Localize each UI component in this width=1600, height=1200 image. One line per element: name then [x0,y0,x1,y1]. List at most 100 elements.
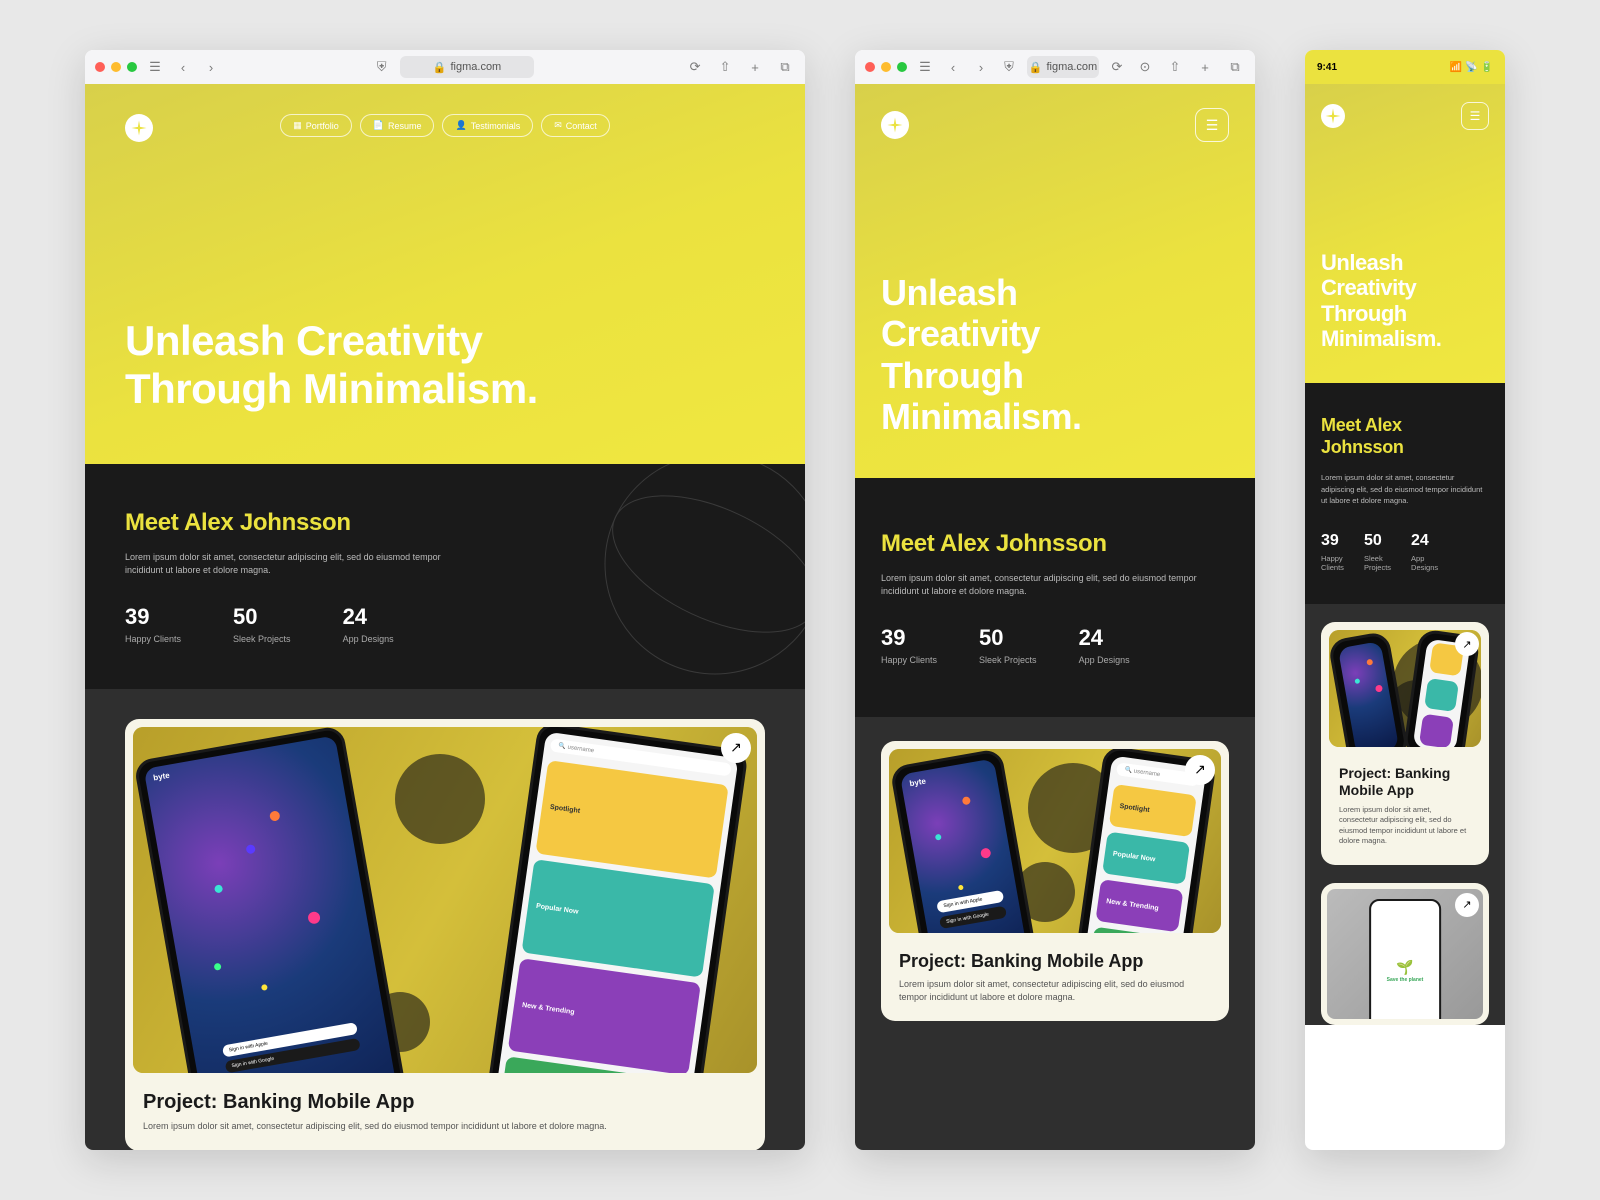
share-icon[interactable]: ⇧ [1165,57,1185,77]
arrow-up-right-icon[interactable]: ↗ [721,733,751,763]
about-title: Meet Alex Johnsson [125,509,765,537]
forward-icon[interactable]: › [201,57,221,77]
hero-title: Unleash CreativityThrough Minimalism. [125,317,765,414]
project-card-main[interactable]: ↗ byte Sign in with Apple Sign in w [881,741,1229,1022]
wifi-icon: 📡 [1465,62,1477,73]
traffic-lights [865,62,907,72]
stat-projects: 50Sleek Projects [979,625,1037,665]
project-card-second[interactable]: ↗ 🌱Save the planet [1321,883,1489,1025]
project-text: Lorem ipsum dolor sit amet, consectetur … [1339,805,1471,847]
hero-title: UnleashCreativityThroughMinimalism. [1321,250,1489,351]
refresh-icon[interactable]: ⟳ [1107,57,1127,77]
window-minimize-icon[interactable] [881,62,891,72]
project-text: Lorem ipsum dolor sit amet, consectetur … [143,1120,747,1133]
project-image: byte Sign in with Apple Sign in with Goo… [133,727,757,1074]
arrow-up-right-icon[interactable]: ↗ [1455,893,1479,917]
shield-icon[interactable]: ⛨ [999,57,1019,77]
project-image: byte Sign in with Apple Sign in with Goo… [889,749,1221,933]
project-title: Project: Banking Mobile App [899,951,1211,972]
window-fullscreen-icon[interactable] [897,62,907,72]
window-fullscreen-icon[interactable] [127,62,137,72]
about-text: Lorem ipsum dolor sit amet, consectetur … [881,572,1229,599]
about-title: Meet AlexJohnsson [1321,415,1489,458]
hero-title: UnleashCreativityThroughMinimalism. [881,272,1229,438]
viewport-desktop: ☰ ‹ › ⛨ 🔒figma.com ⟳ ⇧ + ⧉ ▦Portfolio 📄R… [85,50,805,1150]
sidebar-icon[interactable]: ☰ [915,57,935,77]
window-close-icon[interactable] [95,62,105,72]
hero-section: ☰ UnleashCreativityThroughMinimalism. [855,84,1255,478]
nav-portfolio[interactable]: ▦Portfolio [280,114,352,137]
window-minimize-icon[interactable] [111,62,121,72]
tile-popular: Popular Now [522,858,715,976]
battery-icon: 🔋 [1481,62,1493,73]
portfolio-section: ↗ [1305,604,1505,1025]
portfolio-section: ↗ byte Sign in with Apple Sign in w [855,717,1255,1150]
hero-section: ☰ UnleashCreativityThroughMinimalism. [1305,84,1505,383]
window-close-icon[interactable] [865,62,875,72]
hero-nav: ▦Portfolio 📄Resume 👤Testimonials ✉Contac… [125,114,765,137]
arrow-up-right-icon[interactable]: ↗ [1455,632,1479,656]
arrow-up-right-icon[interactable]: ↗ [1185,755,1215,785]
nav-contact[interactable]: ✉Contact [541,114,610,137]
about-text: Lorem ipsum dolor sit amet, consectetur … [125,551,465,578]
tabs-icon[interactable]: ⧉ [1225,57,1245,77]
tile-spotlight: Spotlight [536,760,729,878]
shield-icon[interactable]: ⛨ [372,57,392,77]
safari-chrome: ☰ ‹ › ⛨ 🔒figma.com ⟳ ⇧ + ⧉ [85,50,805,84]
safari-chrome: ☰ ‹ › ⛨ 🔒figma.com ⟳ ⊙ ⇧ + ⧉ [855,50,1255,84]
logo-star-icon[interactable] [1321,104,1345,128]
hero-nav: ☰ [1321,102,1489,130]
url-bar[interactable]: 🔒figma.com [1027,56,1099,78]
traffic-lights [95,62,137,72]
nav-testimonials[interactable]: 👤Testimonials [442,114,533,137]
nav-resume[interactable]: 📄Resume [360,114,435,137]
sidebar-icon[interactable]: ☰ [145,57,165,77]
about-title: Meet Alex Johnsson [881,530,1229,558]
stat-projects: 50Sleek Projects [233,604,291,644]
project-card-main[interactable]: ↗ [1321,622,1489,865]
tabs-icon[interactable]: ⧉ [775,57,795,77]
new-tab-icon[interactable]: + [1195,57,1215,77]
stat-designs: 24App Designs [1079,625,1130,665]
share-icon[interactable]: ⇧ [715,57,735,77]
person-icon: 👤 [455,120,466,131]
mail-icon: ✉ [554,120,562,131]
new-tab-icon[interactable]: + [745,57,765,77]
project-card-main[interactable]: ↗ byte Sign in with A [125,719,765,1150]
hero-section: ▦Portfolio 📄Resume 👤Testimonials ✉Contac… [85,84,805,464]
project-card-body: Project: BankingMobile App Lorem ipsum d… [1321,755,1489,865]
signal-icon: 📶 [1450,62,1462,73]
hamburger-icon: ☰ [1206,117,1219,134]
project-card-body: Project: Banking Mobile App Lorem ipsum … [881,941,1229,1021]
project-title: Project: Banking Mobile App [143,1091,747,1114]
back-icon[interactable]: ‹ [173,57,193,77]
hero-nav: ☰ [881,108,1229,142]
leaf-icon: 🌱 [1396,959,1413,976]
project-title: Project: BankingMobile App [1339,765,1471,799]
stats-row: 39Happy Clients 50Sleek Projects 24App D… [125,604,765,644]
page-content: ▦Portfolio 📄Resume 👤Testimonials ✉Contac… [85,84,805,1150]
menu-button[interactable]: ☰ [1195,108,1229,142]
stat-projects: 50SleekProjects [1364,532,1391,572]
page-content: ☰ UnleashCreativityThroughMinimalism. Me… [855,84,1255,1150]
ios-time: 9:41 [1317,62,1337,73]
menu-button[interactable]: ☰ [1461,102,1489,130]
download-icon[interactable]: ⊙ [1135,57,1155,77]
stat-clients: 39HappyClients [1321,532,1344,572]
forward-icon[interactable]: › [971,57,991,77]
logo-star-icon[interactable] [125,114,153,142]
project-text: Lorem ipsum dolor sit amet, consectetur … [899,978,1211,1003]
about-section: Meet AlexJohnsson Lorem ipsum dolor sit … [1305,383,1505,604]
ios-status-bar: 9:41 📶 📡 🔋 [1305,50,1505,84]
project-card-body: Project: Banking Mobile App Lorem ipsum … [125,1081,765,1150]
viewport-tablet: ☰ ‹ › ⛨ 🔒figma.com ⟳ ⊙ ⇧ + ⧉ ☰ UnleashCr… [855,50,1255,1150]
stat-clients: 39Happy Clients [881,625,937,665]
back-icon[interactable]: ‹ [943,57,963,77]
url-text: figma.com [450,61,501,73]
tile-trending: New & Trending [508,957,701,1073]
about-section: Meet Alex Johnsson Lorem ipsum dolor sit… [855,478,1255,717]
url-bar[interactable]: 🔒figma.com [400,56,535,78]
portfolio-section: ↗ byte Sign in with A [85,689,805,1150]
logo-star-icon[interactable] [881,111,909,139]
refresh-icon[interactable]: ⟳ [685,57,705,77]
